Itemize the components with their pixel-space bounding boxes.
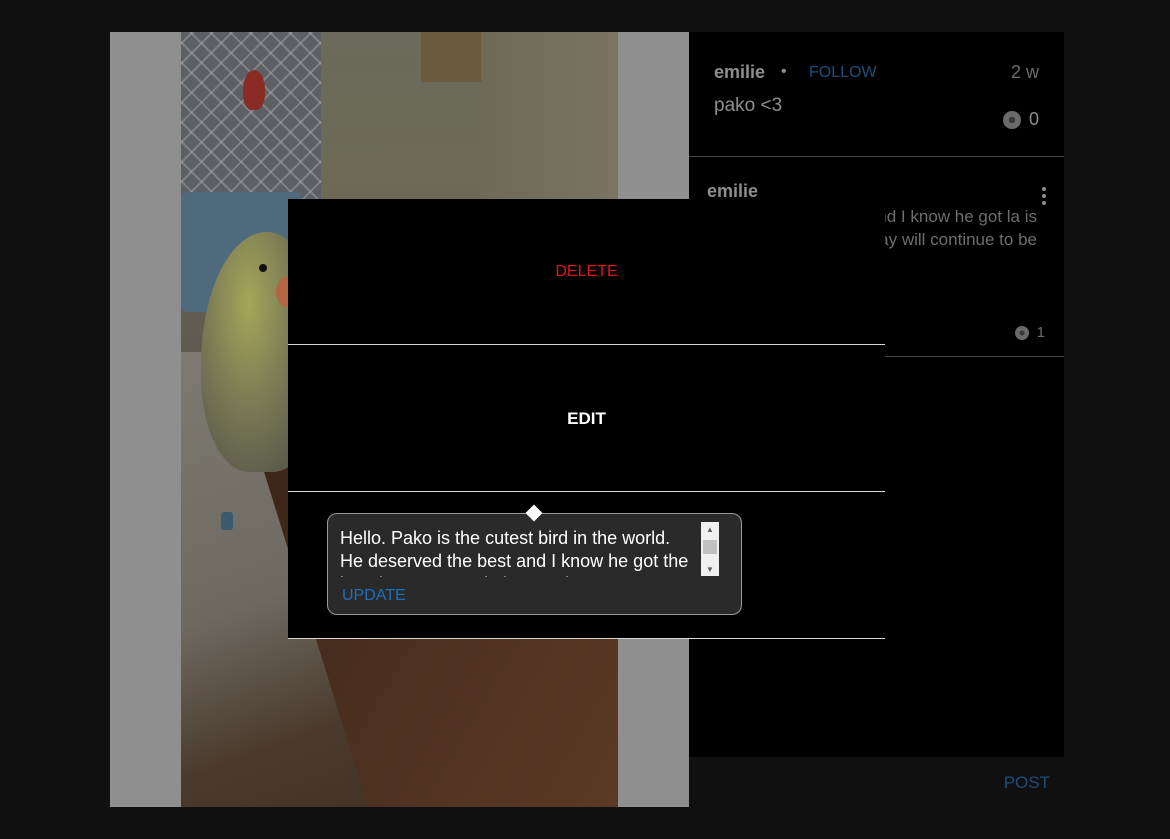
separator-dot: •: [781, 63, 787, 80]
scroll-up-icon[interactable]: ▲: [701, 522, 719, 536]
edit-comment-textarea[interactable]: [340, 527, 690, 577]
post-like-count: 0: [1028, 109, 1039, 129]
comment-input-bar: POST: [689, 757, 1064, 807]
comment-like-count: 1: [1036, 324, 1045, 341]
paw-icon[interactable]: [1015, 326, 1029, 340]
update-button[interactable]: UPDATE: [342, 587, 406, 605]
post-button[interactable]: POST: [1004, 773, 1050, 793]
post-time: 2 w: [1010, 62, 1039, 82]
delete-button[interactable]: DELETE: [288, 199, 885, 345]
textarea-scrollbar[interactable]: ▲ ▼: [701, 522, 719, 576]
paw-icon[interactable]: [1003, 111, 1021, 129]
caption-section: emilie • FOLLOW 2 w pako <3 0: [689, 32, 1064, 157]
edit-button[interactable]: EDIT: [288, 346, 885, 492]
edit-popup: ▲ ▼ UPDATE: [327, 504, 742, 615]
follow-button[interactable]: FOLLOW: [809, 64, 877, 82]
scroll-down-icon[interactable]: ▼: [701, 562, 719, 576]
post-caption: pako <3: [714, 95, 783, 116]
post-author[interactable]: emilie: [714, 62, 765, 83]
scroll-thumb[interactable]: [703, 540, 717, 554]
kebab-icon[interactable]: [1042, 187, 1046, 205]
